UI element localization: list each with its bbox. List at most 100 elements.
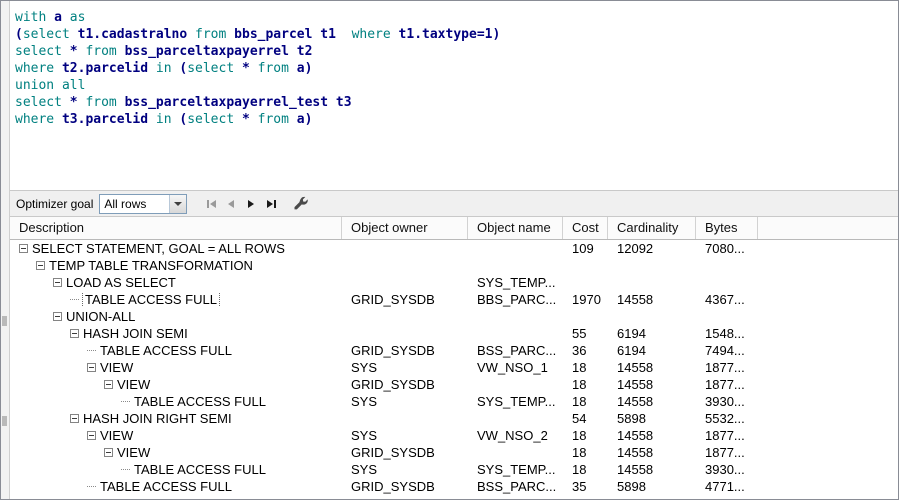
sql-token: * [69, 95, 86, 110]
column-header-object-name[interactable]: Object name [468, 217, 563, 239]
tree-collapse-icon[interactable] [19, 244, 28, 253]
plan-row[interactable]: TABLE ACCESS FULL SYS SYS_TEMP... 18 14558 39… [10, 393, 898, 410]
plan-row[interactable]: TABLE ACCESS FULL GRID_SYSDB BSS_PARC... 35… [10, 478, 898, 495]
sql-line: select * from bss_parceltaxpayerrel t2 [15, 43, 892, 60]
sql-token: t1.taxtype=1) [398, 27, 501, 42]
plan-row[interactable]: TEMP TABLE TRANSFORMATION [10, 257, 898, 274]
plan-cell-cost: 109 [572, 241, 594, 256]
plan-row[interactable]: HASH JOIN SEMI 55 6194 1548... [10, 325, 898, 342]
sql-token: union all [15, 78, 86, 93]
plan-cell-card: 14558 [617, 377, 654, 392]
plan-row[interactable]: VIEW SYS VW_NSO_2 18 14558 1877... [10, 427, 898, 444]
plan-row[interactable]: VIEW GRID_SYSDB 18 14558 1877... [10, 376, 898, 393]
plan-row-description-cell: TEMP TABLE TRANSFORMATION [10, 258, 342, 273]
column-header-cost[interactable]: Cost [563, 217, 608, 239]
optimizer-goal-label: Optimizer goal [16, 196, 94, 211]
plan-cell-card: 14558 [617, 445, 654, 460]
plan-row[interactable]: VIEW SYS VW_NSO_1 18 14558 1877... [10, 359, 898, 376]
plan-grid: Description Object owner Object name Cost Ca… [10, 217, 898, 499]
tree-collapse-icon[interactable] [104, 448, 113, 457]
column-header-cardinality[interactable]: Cardinality [608, 217, 696, 239]
plan-cell-card: 14558 [617, 394, 654, 409]
tree-collapse-icon[interactable] [36, 261, 45, 270]
plan-row-label: VIEW [117, 445, 151, 460]
plan-cell-owner: SYS [351, 428, 378, 443]
sql-line: where t2.parcelid in (select * from a) [15, 60, 892, 77]
tree-collapse-icon[interactable] [70, 329, 79, 338]
previous-record-button[interactable] [221, 194, 241, 214]
plan-row[interactable]: SELECT STATEMENT, GOAL = ALL ROWS 109 1209… [10, 240, 898, 257]
first-icon [206, 199, 209, 208]
plan-cell-bytes: 4367... [705, 292, 745, 307]
plan-cell-bytes: 1548... [705, 326, 745, 341]
last-record-button[interactable] [261, 194, 281, 214]
plan-cell-card: 14558 [617, 428, 654, 443]
tree-collapse-icon[interactable] [53, 278, 62, 287]
plan-row[interactable]: VIEW GRID_SYSDB 18 14558 1877... [10, 444, 898, 461]
tree-collapse-icon[interactable] [70, 414, 79, 423]
explain-plan-window: with a as (select t1.cadastralno from bbs… [0, 0, 899, 500]
tree-collapse-icon[interactable] [53, 312, 62, 321]
plan-row-description-cell: VIEW [10, 445, 342, 460]
plan-row-label: VIEW [100, 428, 134, 443]
sql-token: where [351, 27, 399, 42]
plan-row-label: TEMP TABLE TRANSFORMATION [49, 258, 253, 273]
plan-toolbar: Optimizer goal All rows [10, 190, 898, 217]
plan-row[interactable]: TABLE ACCESS FULL SYS SYS_TEMP... 18 14558 39… [10, 461, 898, 478]
plan-cell-owner: GRID_SYSDB [351, 292, 435, 307]
plan-row[interactable]: TABLE ACCESS FULL GRID_SYSDB BSS_PARC... 36… [10, 342, 898, 359]
plan-cell-bytes: 1877... [705, 428, 745, 443]
next-record-button[interactable] [241, 194, 261, 214]
tree-collapse-icon[interactable] [87, 431, 96, 440]
sql-token: in [155, 61, 180, 76]
preferences-button[interactable] [289, 194, 311, 214]
plan-row[interactable]: TABLE ACCESS FULL GRID_SYSDB BBS_PARC... 19… [10, 291, 898, 308]
plan-cell-card: 6194 [617, 326, 646, 341]
plan-row-label: LOAD AS SELECT [66, 275, 176, 290]
plan-cell-card: 14558 [617, 360, 654, 375]
sql-token: in [155, 112, 180, 127]
plan-cell-bytes: 7494... [705, 343, 745, 358]
tree-leaf-connector [121, 468, 130, 471]
plan-cell-cost: 18 [572, 428, 587, 443]
plan-row-label: TABLE ACCESS FULL [134, 462, 266, 477]
plan-row[interactable]: LOAD AS SELECT SYS_TEMP... [10, 274, 898, 291]
column-header-description[interactable]: Description [10, 217, 342, 239]
plan-header: Description Object owner Object name Cost Ca… [10, 217, 898, 240]
plan-row-description-cell: VIEW [10, 360, 342, 375]
plan-row-label: HASH JOIN RIGHT SEMI [83, 411, 232, 426]
sql-token: a) [296, 61, 313, 76]
plan-row[interactable]: HASH JOIN RIGHT SEMI 54 5898 5532... [10, 410, 898, 427]
previous-icon [228, 199, 235, 208]
tree-collapse-icon[interactable] [104, 380, 113, 389]
plan-cell-name: SYS_TEMP... [477, 394, 556, 409]
last-icon [266, 199, 273, 208]
tree-collapse-icon[interactable] [87, 363, 96, 372]
plan-row[interactable]: UNION-ALL [10, 308, 898, 325]
splitter-grip [2, 416, 7, 426]
plan-cell-owner: GRID_SYSDB [351, 445, 435, 460]
sql-editor[interactable]: with a as (select t1.cadastralno from bbs… [10, 1, 898, 190]
combo-dropdown-button[interactable] [169, 194, 187, 213]
plan-cell-bytes: 3930... [705, 394, 745, 409]
sql-token: as [69, 10, 86, 25]
sql-token: select [187, 112, 242, 127]
record-navigation [201, 194, 281, 214]
plan-cell-name: SYS_TEMP... [477, 275, 556, 290]
plan-cell-cost: 18 [572, 445, 587, 460]
plan-cell-owner: SYS [351, 360, 378, 375]
plan-cell-owner: GRID_SYSDB [351, 479, 435, 494]
sql-token: * [69, 44, 86, 59]
first-record-button[interactable] [201, 194, 221, 214]
plan-row-description-cell: LOAD AS SELECT [10, 275, 342, 290]
column-header-bytes[interactable]: Bytes [696, 217, 758, 239]
optimizer-goal-select[interactable]: All rows [99, 193, 188, 214]
plan-row-label: SELECT STATEMENT, GOAL = ALL ROWS [32, 241, 285, 256]
sql-token: from [257, 112, 297, 127]
column-header-object-owner[interactable]: Object owner [342, 217, 468, 239]
